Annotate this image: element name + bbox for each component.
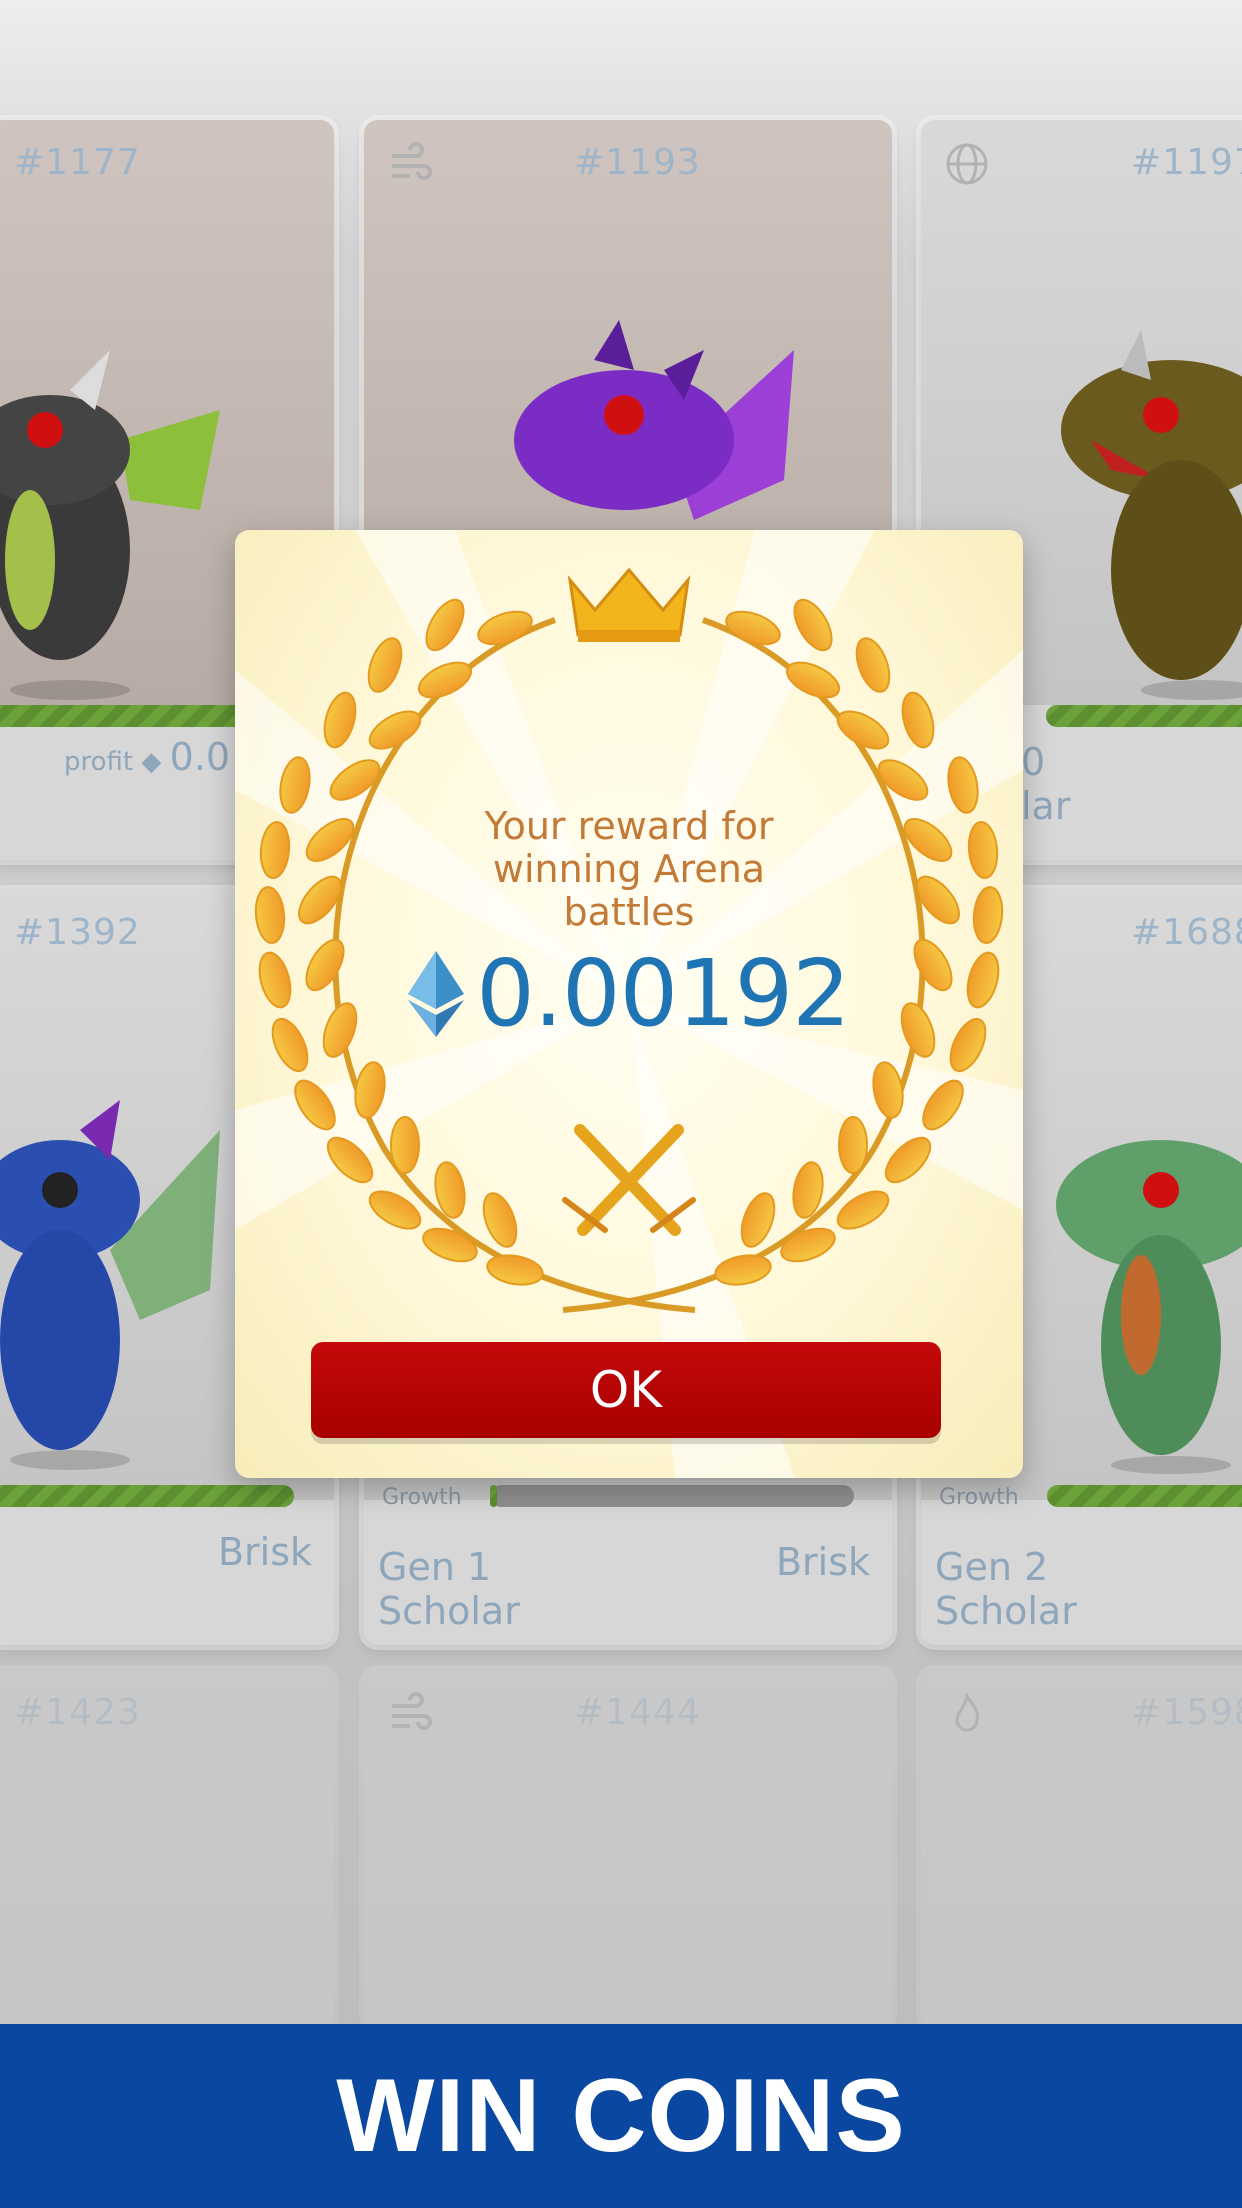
- profit-row: profit ◆ 0.0: [64, 735, 230, 779]
- dragon-number: #1423: [14, 1692, 141, 1733]
- dragon-gen: Gen 2 Scholar: [935, 1545, 1077, 1633]
- ethereum-icon: [408, 950, 465, 1037]
- dragon-gen: Gen 1 Scholar: [378, 1545, 520, 1633]
- wind-icon: [392, 142, 432, 180]
- dragon-card[interactable]: #1598: [921, 1670, 1242, 2030]
- globe-icon: [946, 143, 988, 185]
- blue-dragon-image: [0, 1100, 220, 1470]
- dragon-number: #1598: [1131, 1692, 1242, 1733]
- crossed-swords-icon: [574, 1124, 684, 1236]
- reward-line-3: battles: [563, 890, 695, 934]
- black-dragon-image: [0, 350, 220, 700]
- gen-label: Gen 2: [935, 1545, 1049, 1589]
- class-label: Scholar: [935, 1589, 1077, 1633]
- growth-label: Growth: [382, 1485, 462, 1510]
- dragon-card[interactable]: #1423: [0, 1670, 334, 2030]
- crown-icon: [567, 567, 691, 642]
- dragon-trait: Brisk: [775, 1540, 870, 1584]
- reward-line-2: winning Arena: [492, 847, 766, 891]
- wind-icon: [392, 1692, 432, 1730]
- class-partial: lar: [1021, 784, 1071, 828]
- reward-message: Your reward for winning Arena battles: [355, 805, 903, 934]
- dragon-trait: Brisk: [217, 1530, 312, 1574]
- profit-value: 0.0: [169, 735, 231, 779]
- growth-bar: [1046, 705, 1242, 727]
- growth-bar: [490, 1485, 854, 1507]
- ok-button[interactable]: OK: [311, 1342, 941, 1438]
- dragon-number: #1197: [1131, 142, 1242, 183]
- dragon-number: #1444: [574, 1692, 701, 1733]
- ethereum-icon: ◆: [141, 747, 162, 777]
- reward-amount: 0.00192: [476, 940, 850, 1047]
- class-label: Scholar: [378, 1589, 520, 1633]
- green-dragon-image: [1056, 1140, 1242, 1474]
- reward-line-1: Your reward for: [484, 804, 774, 848]
- growth-label: Growth: [939, 1485, 1019, 1510]
- growth-bar: [0, 1485, 294, 1507]
- profit-label: profit: [64, 747, 134, 777]
- dragon-number: #1688: [1131, 912, 1242, 953]
- dragon-gen: 0 lar: [1021, 740, 1070, 828]
- dragon-number: #1177: [14, 142, 141, 183]
- growth-bar: [1047, 1485, 1242, 1507]
- flame-icon: [955, 1691, 979, 1732]
- dragon-number: #1392: [14, 912, 141, 953]
- dragon-card[interactable]: #1444: [364, 1670, 892, 2030]
- gen-label: Gen 1: [378, 1545, 492, 1589]
- gen-partial: 0: [1021, 740, 1046, 784]
- promo-banner: WIN COINS: [0, 2024, 1242, 2208]
- reward-modal: Your reward for winning Arena battles 0.…: [235, 530, 1023, 1478]
- olive-dragon-image: [1061, 330, 1242, 700]
- reward-amount-row: 0.00192: [235, 940, 1023, 1047]
- dragon-number: #1193: [574, 142, 701, 183]
